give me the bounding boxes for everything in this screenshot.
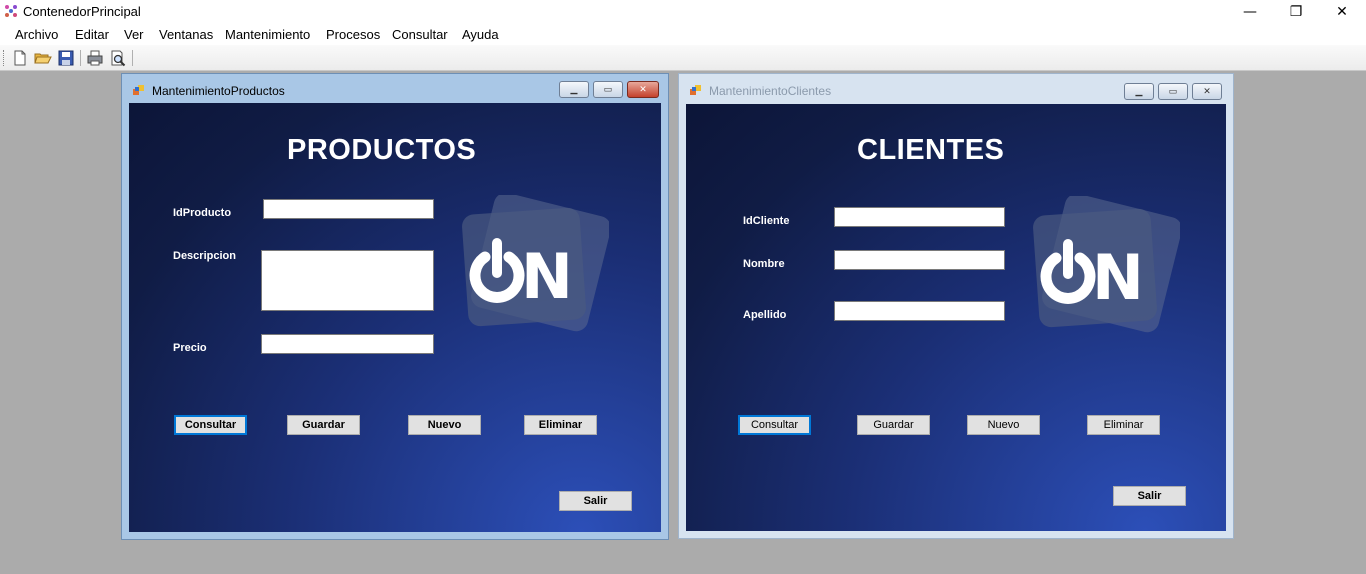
- productos-heading: PRODUCTOS: [287, 134, 477, 166]
- productos-eliminar-button[interactable]: Eliminar: [524, 415, 597, 435]
- productos-window[interactable]: MantenimientoProductos ▁ ▭ ✕ PRODUCTOS I…: [121, 73, 669, 540]
- clientes-window-title: MantenimientoClientes: [709, 84, 832, 98]
- on-logo: N: [462, 195, 609, 332]
- productos-minimize-button[interactable]: ▁: [559, 81, 589, 98]
- precio-label: Precio: [173, 342, 207, 354]
- svg-text:N: N: [1092, 241, 1144, 314]
- toolbar-grip[interactable]: [3, 50, 6, 66]
- menu-bar: Archivo Editar Ver Ventanas Mantenimient…: [0, 23, 1366, 45]
- productos-consultar-button[interactable]: Consultar: [174, 415, 247, 435]
- main-title-bar: ContenedorPrincipal — ❐ ✕: [0, 0, 1366, 23]
- clientes-guardar-button[interactable]: Guardar: [857, 415, 930, 435]
- idcliente-input[interactable]: [834, 207, 1005, 227]
- menu-editar[interactable]: Editar: [75, 27, 109, 42]
- productos-window-title: MantenimientoProductos: [152, 84, 285, 98]
- precio-input[interactable]: [261, 334, 434, 354]
- clientes-nuevo-button[interactable]: Nuevo: [967, 415, 1040, 435]
- clientes-minimize-button[interactable]: ▁: [1124, 83, 1154, 100]
- idproducto-input[interactable]: [263, 199, 434, 219]
- descripcion-input[interactable]: [261, 250, 434, 311]
- close-button[interactable]: ✕: [1319, 0, 1365, 23]
- productos-maximize-button[interactable]: ▭: [593, 81, 623, 98]
- clientes-salir-button[interactable]: Salir: [1113, 486, 1186, 506]
- productos-nuevo-button[interactable]: Nuevo: [408, 415, 481, 435]
- menu-ver[interactable]: Ver: [124, 27, 144, 42]
- descripcion-label: Descripcion: [173, 250, 236, 262]
- productos-salir-button[interactable]: Salir: [559, 491, 632, 511]
- nombre-input[interactable]: [834, 250, 1005, 270]
- apellido-label: Apellido: [743, 309, 787, 321]
- save-icon[interactable]: [57, 49, 75, 67]
- menu-ventanas[interactable]: Ventanas: [159, 27, 213, 42]
- toolbar: [0, 45, 1366, 71]
- clientes-form-area: CLIENTES IdCliente Nombre Apellido N Con…: [686, 104, 1226, 531]
- nombre-label: Nombre: [743, 258, 785, 270]
- clientes-consultar-button[interactable]: Consultar: [738, 415, 811, 435]
- app-title: ContenedorPrincipal: [23, 4, 141, 19]
- menu-archivo[interactable]: Archivo: [15, 27, 58, 42]
- app-icon: [5, 5, 17, 17]
- clientes-heading: CLIENTES: [857, 134, 1005, 166]
- menu-mantenimiento[interactable]: Mantenimiento: [225, 27, 310, 42]
- menu-procesos[interactable]: Procesos: [326, 27, 380, 42]
- idcliente-label: IdCliente: [743, 215, 790, 227]
- form-icon: [690, 85, 701, 95]
- print-icon[interactable]: [86, 49, 104, 67]
- open-folder-icon[interactable]: [34, 49, 52, 67]
- menu-ayuda[interactable]: Ayuda: [462, 27, 499, 42]
- productos-close-button[interactable]: ✕: [627, 81, 659, 98]
- toolbar-separator: [132, 50, 133, 66]
- on-logo: N: [1033, 196, 1180, 333]
- productos-guardar-button[interactable]: Guardar: [287, 415, 360, 435]
- print-preview-icon[interactable]: [109, 49, 127, 67]
- toolbar-separator: [80, 50, 81, 66]
- svg-text:N: N: [521, 240, 573, 313]
- clientes-window[interactable]: MantenimientoClientes ▁ ▭ ✕ CLIENTES IdC…: [678, 73, 1234, 539]
- menu-consultar[interactable]: Consultar: [392, 27, 448, 42]
- clientes-eliminar-button[interactable]: Eliminar: [1087, 415, 1160, 435]
- idproducto-label: IdProducto: [173, 207, 232, 219]
- productos-form-area: PRODUCTOS IdProducto Descripcion Precio …: [129, 103, 661, 532]
- clientes-close-button[interactable]: ✕: [1192, 83, 1222, 100]
- form-icon: [133, 85, 144, 95]
- new-icon[interactable]: [11, 49, 29, 67]
- restore-button[interactable]: ❐: [1273, 0, 1319, 23]
- apellido-input[interactable]: [834, 301, 1005, 321]
- clientes-maximize-button[interactable]: ▭: [1158, 83, 1188, 100]
- minimize-button[interactable]: —: [1227, 0, 1273, 23]
